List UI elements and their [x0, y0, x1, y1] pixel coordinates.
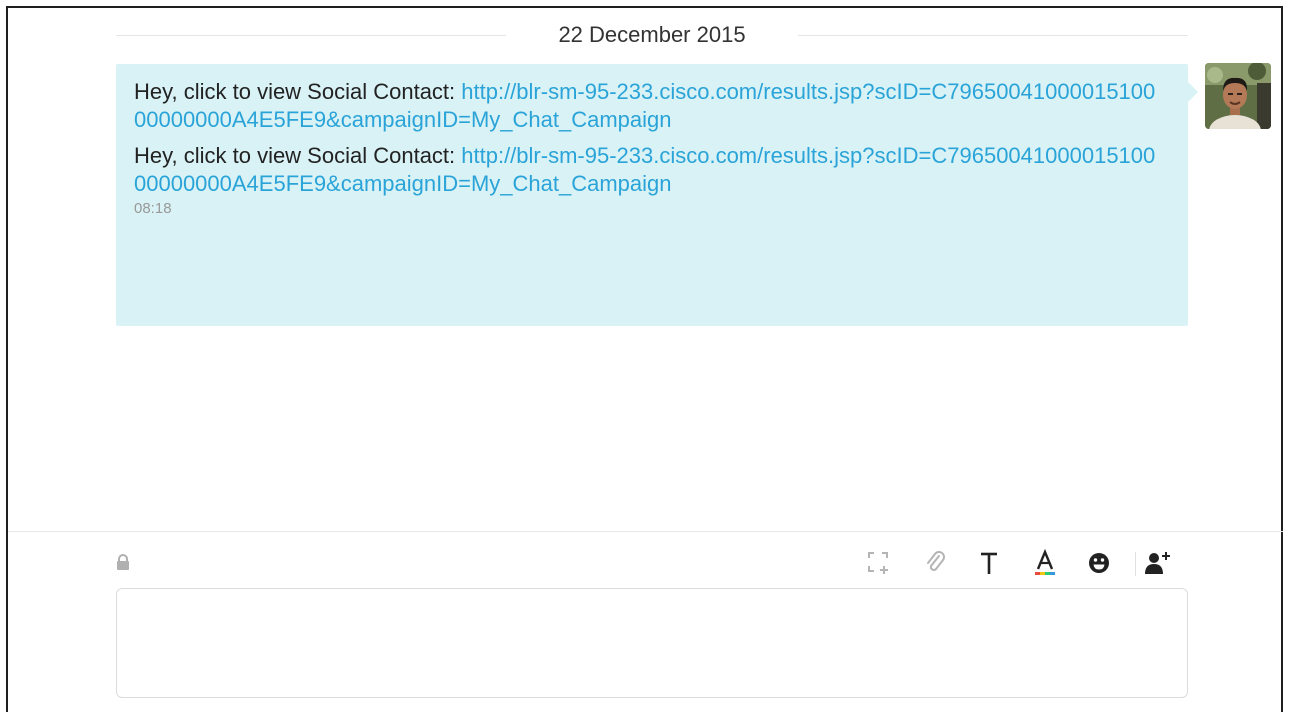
avatar-photo [1205, 63, 1271, 129]
lock-icon [116, 554, 130, 570]
avatar[interactable] [1205, 63, 1271, 129]
message-bubble: Hey, click to view Social Contact: http:… [116, 64, 1188, 326]
composer-toolbar [860, 546, 1190, 580]
screenshot-icon[interactable] [862, 546, 896, 580]
chat-message: Hey, click to view Social Contact: http:… [134, 78, 1164, 134]
text-format-icon[interactable] [972, 546, 1006, 580]
font-color-icon[interactable] [1028, 546, 1062, 580]
bubble-tail [1188, 82, 1198, 102]
date-separator: 22 December 2015 [116, 16, 1188, 56]
composer-divider [8, 531, 1283, 532]
message-input[interactable] [117, 589, 1187, 697]
message-composer[interactable] [116, 588, 1188, 698]
message-timestamp: 08:18 [134, 200, 172, 217]
chat-message: Hey, click to view Social Contact: http:… [134, 142, 1164, 198]
message-text: Hey, click to view Social Contact: [134, 143, 462, 168]
date-separator-line-right [798, 35, 1188, 36]
message-text: Hey, click to view Social Contact: [134, 79, 462, 104]
add-participant-icon[interactable] [1140, 546, 1174, 580]
attachment-icon[interactable] [918, 546, 952, 580]
emoji-icon[interactable] [1082, 546, 1116, 580]
toolbar-separator [1135, 552, 1136, 576]
